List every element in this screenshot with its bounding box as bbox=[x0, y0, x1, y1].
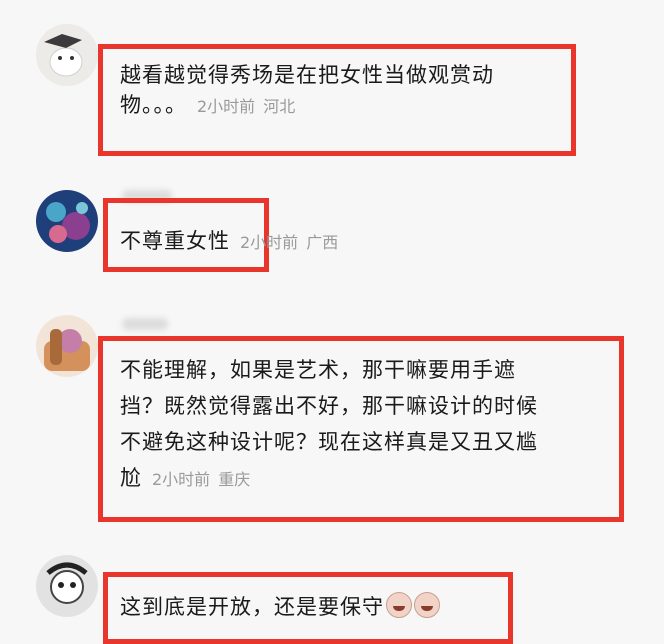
comment-2: 不尊重女性 2小时前 广西 bbox=[0, 170, 664, 300]
avatar[interactable] bbox=[36, 555, 98, 617]
comment-text: 不能理解，如果是艺术，那干嘛要用手遮 挡？既然觉得露出不好，那干嘛设计的时候 不… bbox=[120, 358, 538, 490]
avatar[interactable] bbox=[36, 190, 98, 252]
crying-face-icon bbox=[414, 592, 440, 618]
comment-meta: 2小时前 广西 bbox=[240, 233, 339, 252]
comment-text: 这到底是开放，还是要保守 bbox=[120, 592, 440, 622]
crying-face-icon bbox=[386, 592, 412, 618]
comment-4: 这到底是开放，还是要保守 bbox=[0, 550, 664, 644]
comment-text: 不尊重女性 2小时前 广西 bbox=[120, 229, 339, 253]
comment-meta: 2小时前 重庆 bbox=[152, 470, 251, 489]
comment-text: 越看越觉得秀场是在把女性当做观赏动 物。。。 2小时前 河北 bbox=[120, 63, 494, 117]
comment-meta: 2小时前 河北 bbox=[197, 97, 296, 116]
avatar[interactable] bbox=[36, 24, 98, 86]
avatar[interactable] bbox=[36, 315, 98, 377]
comment-1: 越看越觉得秀场是在把女性当做观赏动 物。。。 2小时前 河北 bbox=[0, 0, 664, 170]
username bbox=[122, 318, 168, 330]
comment-3: 不能理解，如果是艺术，那干嘛要用手遮 挡？既然觉得露出不好，那干嘛设计的时候 不… bbox=[0, 300, 664, 550]
